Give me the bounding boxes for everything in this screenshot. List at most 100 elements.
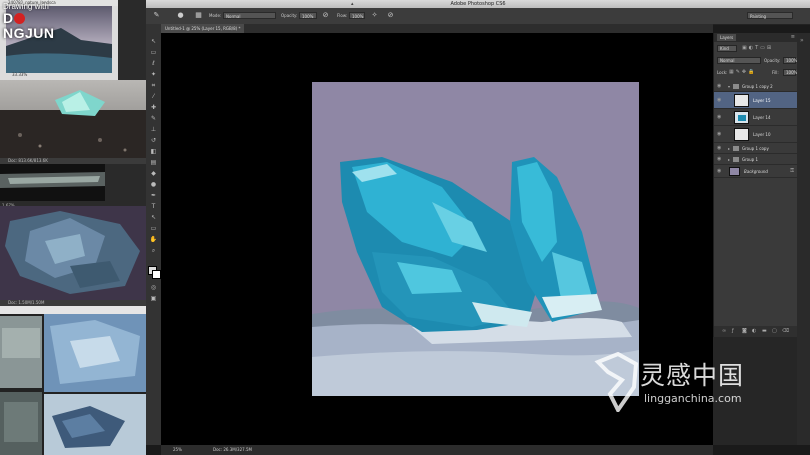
painting-canvas[interactable] [312,82,639,396]
folder-icon [733,84,739,89]
collapsed-panel-strip: » [797,33,810,445]
visibility-eye-icon[interactable]: ◉ [717,83,721,90]
pen-tool-icon[interactable]: ✒ [149,192,158,199]
delete-layer-icon[interactable]: ⌫ [782,328,789,334]
link-layers-icon[interactable]: ∞ [722,328,728,334]
zoom-tool-icon[interactable]: ⌕ [149,247,158,254]
logo-red-dot-icon [13,13,25,24]
type-tool-icon[interactable]: T [149,203,158,210]
blend-mode-select[interactable]: Normal [717,57,761,64]
new-group-icon[interactable]: ▬ [762,328,768,334]
tools-panel: ↖ ▭ ℓ ✦ ⌗ ⁄ ✚ ✎ ⊥ ↺ ◧ ▤ ◆ ● ✒ T ↖ ▭ ✋ ⌕ … [146,24,162,445]
crop-tool-icon[interactable]: ⌗ [149,82,158,89]
clone-stamp-tool-icon[interactable]: ⊥ [149,126,158,133]
layer-opacity-field[interactable]: 100% [783,57,797,64]
new-layer-icon[interactable]: ▢ [772,328,778,334]
blur-tool-icon[interactable]: ◆ [149,170,158,177]
healing-tool-icon[interactable]: ✚ [149,104,158,111]
brush-preset-icon[interactable]: ● [176,11,185,20]
flow-field[interactable]: 100% [349,12,365,19]
marquee-tool-icon[interactable]: ▭ [149,49,158,56]
logo-line-2: DNGJUN [3,11,73,41]
fill-field[interactable]: 100% [783,69,797,76]
expand-arrow-icon[interactable]: ▾ [728,81,730,92]
move-tool-icon[interactable]: ↖ [149,38,158,45]
zoom-level[interactable]: 25% [173,445,182,455]
layer-thumbnail [734,94,749,107]
layer-thumbnail [729,167,740,176]
visibility-eye-icon[interactable]: ◉ [717,145,721,152]
collapse-arrow-icon[interactable]: ▸ [728,143,730,154]
airbrush-icon[interactable]: ✧ [370,11,379,20]
eraser-tool-icon[interactable]: ◧ [149,148,158,155]
shape-tool-icon[interactable]: ▭ [149,225,158,232]
layer-row-group1[interactable]: ◉ ▸ Group 1 [714,154,798,165]
layers-panel-footer: ∞ ƒ ◙ ◐ ▬ ▢ ⌫ [714,326,798,337]
eyedropper-tool-icon[interactable]: ⁄ [149,93,158,100]
lock-icon: ⚿ [790,168,794,174]
brush-panel-icon[interactable]: ▦ [194,11,203,20]
collapse-arrow-icon[interactable]: ▸ [728,154,730,165]
document-tab[interactable]: Untitled-1 @ 25% (Layer 15, RGB/8) * [161,24,245,33]
dodge-tool-icon[interactable]: ● [149,181,158,188]
options-bar: ✎ ● ▦ Mode: Normal Opacity: 100% ⊘ Flow:… [146,8,810,25]
lock-icons[interactable]: ▦✎✥🔒 [729,69,756,76]
lock-label: Lock: [717,70,728,75]
cursor-icon: ▴ [351,1,354,7]
site-watermark: 灵感中国 lingganchina.com [588,352,788,422]
panel-menu-icon[interactable]: ≡ [791,34,795,40]
title-bar: Adobe Photoshop CS6 ▴ [146,0,810,8]
brush-tool-icon[interactable]: ✎ [152,11,161,20]
opacity-label: Opacity: [281,13,298,18]
hand-tool-icon[interactable]: ✋ [149,236,158,243]
visibility-eye-icon[interactable]: ◉ [717,97,721,104]
path-select-tool-icon[interactable]: ↖ [149,214,158,221]
layer-row-layer14[interactable]: ◉ Layer 14 [714,109,798,126]
folder-icon [733,157,739,162]
pressure-size-icon[interactable]: ⊘ [386,11,395,20]
visibility-eye-icon[interactable]: ◉ [717,168,721,175]
layer-row-group1-copy[interactable]: ◉ ▸ Group 1 copy [714,143,798,154]
layer-name: Layer 10 [753,132,771,137]
layer-row-background[interactable]: ◉ Background ⚿ [714,165,798,178]
layer-name: Layer 14 [753,115,771,120]
layer-thumbnail [734,128,749,141]
filter-icons[interactable]: ▣◐T▭⊞ [742,45,773,51]
layer-row-layer15[interactable]: ◉ Layer 15 [714,92,798,109]
layer-name: Layer 15 [753,98,771,103]
thumbnail-crystal [738,115,746,121]
layer-row-group1-copy2[interactable]: ◉ ▾ Group 1 copy 2 [714,81,798,92]
lasso-tool-icon[interactable]: ℓ [149,60,158,67]
visibility-eye-icon[interactable]: ◉ [717,114,721,121]
fill-label: Fill: [772,70,779,75]
doc-size-info[interactable]: Doc: 26.3M/327.5M [213,445,252,455]
quick-mask-icon[interactable]: ◎ [149,284,158,291]
visibility-eye-icon[interactable]: ◉ [717,156,721,163]
channel-logo: Drawing with DNGJUN [3,2,73,41]
reference-crystal-rocks [0,80,146,158]
layer-row-layer10[interactable]: ◉ Layer 10 [714,126,798,143]
watermark-url: lingganchina.com [644,392,742,405]
layer-filter-select[interactable]: Kind [717,45,737,52]
gradient-tool-icon[interactable]: ▤ [149,159,158,166]
brush-tool-icon-2[interactable]: ✎ [149,115,158,122]
logo-letter: D [3,10,14,26]
logo-letters: NGJUN [3,25,55,41]
history-brush-tool-icon[interactable]: ↺ [149,137,158,144]
quick-select-tool-icon[interactable]: ✦ [149,71,158,78]
mode-select[interactable]: Normal [223,12,276,19]
reference-ice-textures [0,306,146,455]
adjustment-layer-icon[interactable]: ◐ [752,328,758,334]
workspace-select[interactable]: Painting [747,12,793,19]
layer-style-icon[interactable]: ƒ [732,328,738,334]
layer-thumbnail [734,111,749,124]
screen-mode-icon[interactable]: ▣ [149,295,158,302]
visibility-eye-icon[interactable]: ◉ [717,131,721,138]
layers-tab[interactable]: Layers [717,34,737,41]
panel-collapse-icon[interactable]: » [800,37,804,44]
background-color-swatch[interactable] [152,270,161,279]
add-mask-icon[interactable]: ◙ [742,328,748,334]
opacity-field[interactable]: 100% [299,12,317,19]
pressure-opacity-icon[interactable]: ⊘ [321,11,330,20]
mode-label: Mode: [209,13,222,18]
